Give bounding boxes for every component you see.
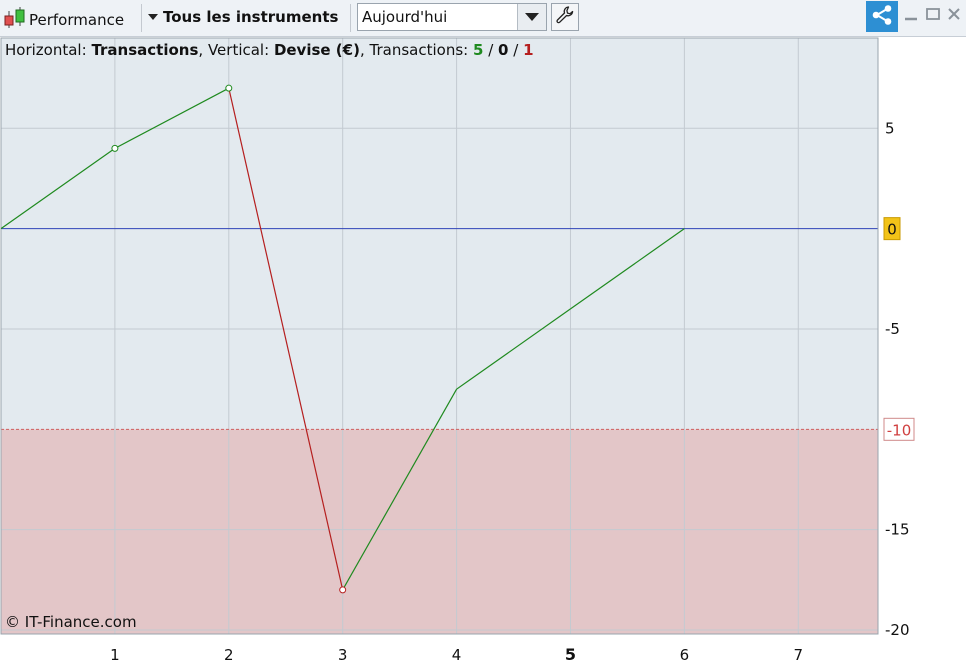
candlestick-icon	[1, 6, 27, 34]
toolbar-divider	[141, 4, 142, 32]
y-tick-label: -5	[885, 320, 900, 338]
maximize-button[interactable]	[924, 6, 942, 26]
minimize-icon	[903, 6, 919, 26]
close-button[interactable]	[945, 6, 963, 26]
vertical-label: Vertical:	[207, 41, 270, 59]
close-icon	[946, 6, 962, 26]
count-separator: /	[513, 41, 519, 59]
period-dropdown-button[interactable]	[517, 4, 546, 30]
plot-area	[1, 38, 878, 430]
x-tick-label: 4	[452, 646, 462, 664]
toolbar: Performance Tous les instruments Aujourd…	[0, 0, 966, 37]
y-tick-label: -20	[885, 621, 910, 639]
losses-count: 1	[523, 41, 534, 59]
x-tick-label: 5	[565, 645, 576, 664]
share-button[interactable]	[866, 1, 898, 32]
data-point	[339, 586, 347, 594]
copyright-text: © IT-Finance.com	[5, 613, 137, 631]
strategy-selector[interactable]: Performance	[1, 6, 124, 34]
maximize-icon	[925, 6, 941, 26]
period-value: Aujourd'hui	[362, 8, 448, 26]
count-separator: /	[488, 41, 494, 59]
data-point	[225, 84, 233, 92]
share-icon	[870, 3, 894, 31]
transactions-label: Transactions:	[369, 41, 469, 59]
x-tick-label: 7	[793, 646, 803, 664]
vertical-value: Devise (€)	[273, 41, 360, 59]
x-tick-label: 2	[224, 646, 234, 664]
x-tick-label: 1	[110, 646, 120, 664]
wrench-icon	[555, 5, 575, 29]
breakeven-count: 0	[498, 41, 509, 59]
wins-count: 5	[472, 41, 484, 59]
settings-button[interactable]	[551, 3, 579, 31]
horizontal-value: Transactions	[91, 41, 199, 59]
triangle-down-icon	[147, 7, 159, 26]
x-tick-label: 3	[338, 646, 348, 664]
y-tick-label: 5	[885, 119, 895, 137]
performance-chart[interactable]: 1 2 3 4 5 6 7 5 -5 -15 -20 0 -10	[0, 37, 966, 670]
chart-header: Horizontal: Transactions, Vertical: Devi…	[5, 41, 534, 59]
triangle-down-icon	[524, 8, 540, 27]
y-tick-label: -15	[885, 521, 910, 539]
minimize-button[interactable]	[902, 6, 920, 26]
instruments-label: Tous les instruments	[163, 7, 339, 26]
drawdown-zone	[1, 429, 878, 634]
strategy-label: Performance	[29, 11, 125, 29]
x-tick-label: 6	[680, 646, 690, 664]
period-select[interactable]: Aujourd'hui	[357, 3, 547, 31]
header-comma: ,	[359, 41, 365, 59]
instruments-dropdown[interactable]: Tous les instruments	[147, 7, 338, 26]
data-point	[111, 144, 119, 152]
toolbar-divider	[350, 4, 351, 32]
horizontal-label: Horizontal:	[5, 41, 87, 59]
zero-marker-label: 0	[887, 221, 897, 239]
header-comma: ,	[198, 41, 204, 59]
drawdown-marker-label: -10	[887, 421, 912, 439]
